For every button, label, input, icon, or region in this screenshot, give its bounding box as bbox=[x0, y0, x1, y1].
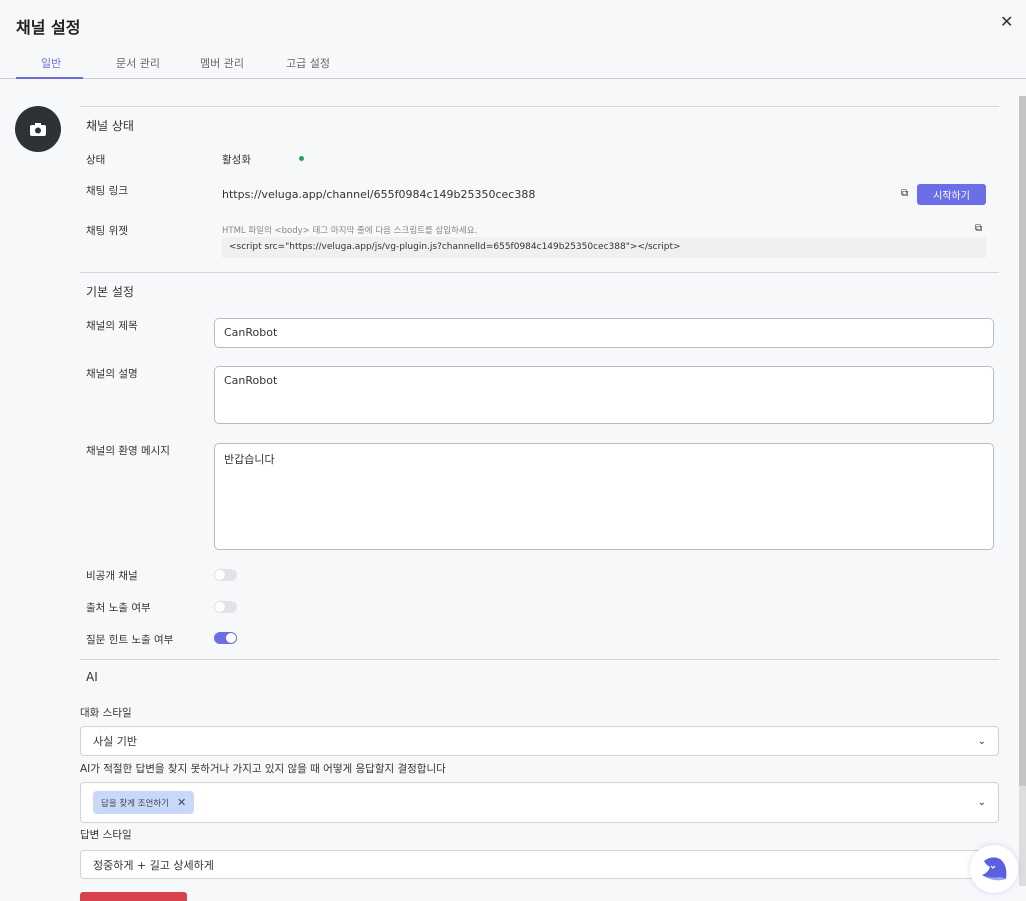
section-heading-status: 채널 상태 bbox=[86, 119, 134, 133]
channel-avatar-upload[interactable] bbox=[15, 106, 61, 152]
camera-icon bbox=[30, 122, 46, 136]
active-tab-indicator bbox=[16, 77, 83, 79]
state-value: 활성화 bbox=[222, 154, 251, 166]
question-hint-label: 질문 힌트 노출 여부 bbox=[86, 634, 174, 646]
question-hint-toggle[interactable] bbox=[214, 632, 237, 644]
description-label: 채널의 설명 bbox=[86, 368, 138, 380]
start-button[interactable]: 시작하기 bbox=[917, 184, 986, 205]
answer-style-label: 답변 스타일 bbox=[80, 829, 132, 841]
widget-hint: HTML 파일의 <body> 태그 마지막 줄에 다음 스크립트를 삽입하세요… bbox=[222, 226, 478, 236]
title-label: 채널의 제목 bbox=[86, 320, 138, 332]
conversation-style-value: 사실 기반 bbox=[93, 735, 137, 748]
answer-style-select[interactable]: 정중하게 + 길고 상세하게 bbox=[80, 850, 999, 879]
conversation-style-select[interactable]: 사실 기반 ⌄ bbox=[80, 726, 999, 756]
delete-channel-button[interactable] bbox=[80, 892, 187, 901]
copy-icon[interactable]: ⧉ bbox=[975, 223, 982, 234]
channel-title-input[interactable]: CanRobot bbox=[214, 318, 994, 348]
divider bbox=[80, 272, 999, 273]
fallback-select[interactable]: 답을 찾게 조언하기 ✕ ⌄ bbox=[80, 782, 999, 823]
whale-logo-icon bbox=[982, 857, 1007, 881]
source-visibility-toggle[interactable] bbox=[214, 601, 237, 613]
channel-description-textarea[interactable]: CanRobot bbox=[214, 366, 994, 424]
divider bbox=[80, 659, 999, 660]
chat-link-label: 채팅 링크 bbox=[86, 185, 128, 197]
fallback-label: AI가 적절한 답변을 찾지 못하거나 가지고 있지 않을 때 어떻게 응답할지… bbox=[80, 763, 446, 775]
tab-divider bbox=[0, 78, 1026, 79]
chatbot-launcher[interactable] bbox=[970, 845, 1018, 893]
private-channel-toggle[interactable] bbox=[214, 569, 237, 581]
section-heading-ai: AI bbox=[86, 670, 98, 684]
state-label: 상태 bbox=[86, 154, 106, 166]
tab-general[interactable]: 일반 bbox=[41, 55, 61, 71]
chat-link-value: https://veluga.app/channel/655f0984c149b… bbox=[222, 188, 536, 201]
tab-documents[interactable]: 문서 관리 bbox=[116, 55, 160, 71]
conversation-style-label: 대화 스타일 bbox=[80, 707, 132, 719]
copy-icon[interactable]: ⧉ bbox=[901, 188, 908, 199]
fallback-chip: 답을 찾게 조언하기 ✕ bbox=[93, 791, 195, 814]
close-icon[interactable]: ✕ bbox=[1000, 12, 1013, 31]
source-visibility-label: 출처 노출 여부 bbox=[86, 602, 151, 614]
widget-code[interactable]: <script src="https://veluga.app/js/vg-pl… bbox=[222, 237, 986, 258]
divider bbox=[80, 106, 999, 107]
tab-advanced[interactable]: 고급 설정 bbox=[286, 55, 330, 71]
page-title: 채널 설정 bbox=[16, 18, 81, 37]
welcome-label: 채널의 환영 메시지 bbox=[86, 445, 170, 457]
status-dot bbox=[299, 156, 304, 161]
tab-members[interactable]: 멤버 관리 bbox=[200, 55, 244, 71]
chevron-down-icon: ⌄ bbox=[977, 797, 986, 808]
fallback-chip-label: 답을 찾게 조언하기 bbox=[101, 798, 169, 809]
section-heading-basic: 기본 설정 bbox=[86, 285, 134, 299]
private-channel-label: 비공개 채널 bbox=[86, 570, 138, 582]
welcome-message-textarea[interactable]: 반갑습니다 bbox=[214, 443, 994, 550]
chevron-down-icon: ⌄ bbox=[977, 735, 986, 747]
chat-widget-label: 채팅 위젯 bbox=[86, 225, 128, 237]
scrollbar-thumb[interactable] bbox=[1019, 96, 1026, 786]
remove-chip-icon[interactable]: ✕ bbox=[177, 796, 186, 809]
answer-style-value: 정중하게 + 길고 상세하게 bbox=[93, 858, 214, 872]
